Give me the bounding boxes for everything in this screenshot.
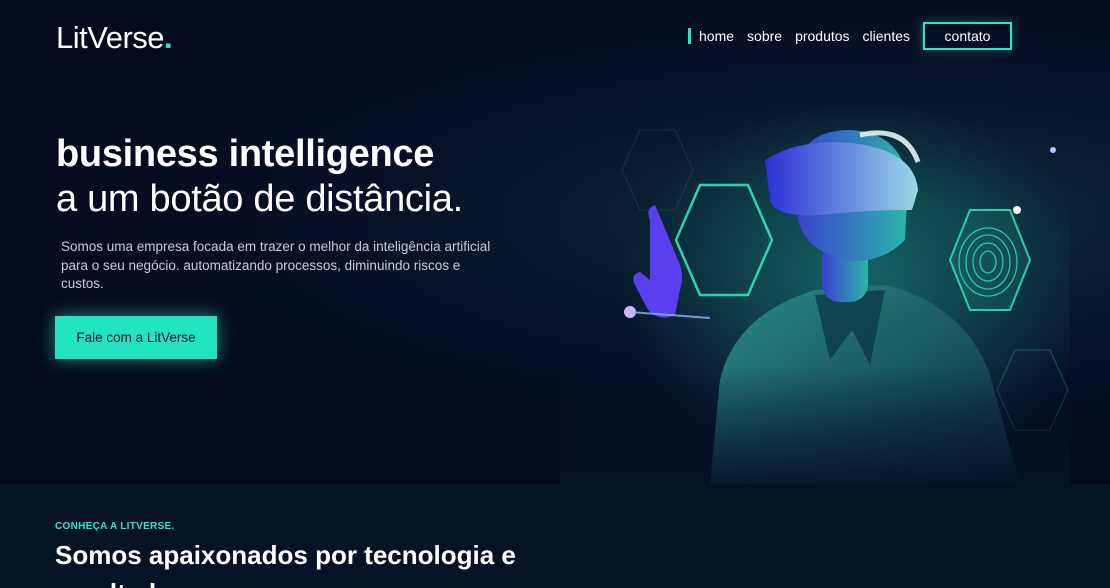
about-eyebrow: CONHEÇA A LITVERSE. (55, 521, 175, 532)
nav-item-sobre[interactable]: sobre (747, 28, 782, 44)
hero-section: LitVerse. home sobre produtos clientes c… (0, 0, 1110, 484)
nav-item-home[interactable]: home (688, 28, 734, 44)
logo-dot: . (164, 20, 173, 55)
cta-button[interactable]: Fale com a LitVerse (55, 316, 217, 359)
nav-item-clientes[interactable]: clientes (863, 28, 910, 44)
illustration-fade (560, 90, 1070, 484)
logo[interactable]: LitVerse. (56, 20, 173, 56)
hero-subhead: a um botão de distância. (56, 178, 463, 220)
hero-illustration-svg (560, 90, 1100, 484)
main-nav: home sobre produtos clientes contato (688, 22, 1013, 50)
hero-headline: business intelligence (56, 133, 435, 175)
logo-text: LitVerse (56, 20, 165, 55)
contact-button[interactable]: contato (923, 22, 1013, 50)
vr-headset-illustration (560, 90, 1100, 484)
site-header: LitVerse. home sobre produtos clientes c… (0, 0, 1110, 80)
hero-description: Somos uma empresa focada em trazer o mel… (61, 239, 491, 291)
about-title: Somos apaixonados por tecnologia e resul… (55, 540, 516, 588)
nav-item-produtos[interactable]: produtos (795, 28, 849, 44)
about-section: CONHEÇA A LITVERSE. Somos apaixonados po… (0, 484, 1110, 588)
